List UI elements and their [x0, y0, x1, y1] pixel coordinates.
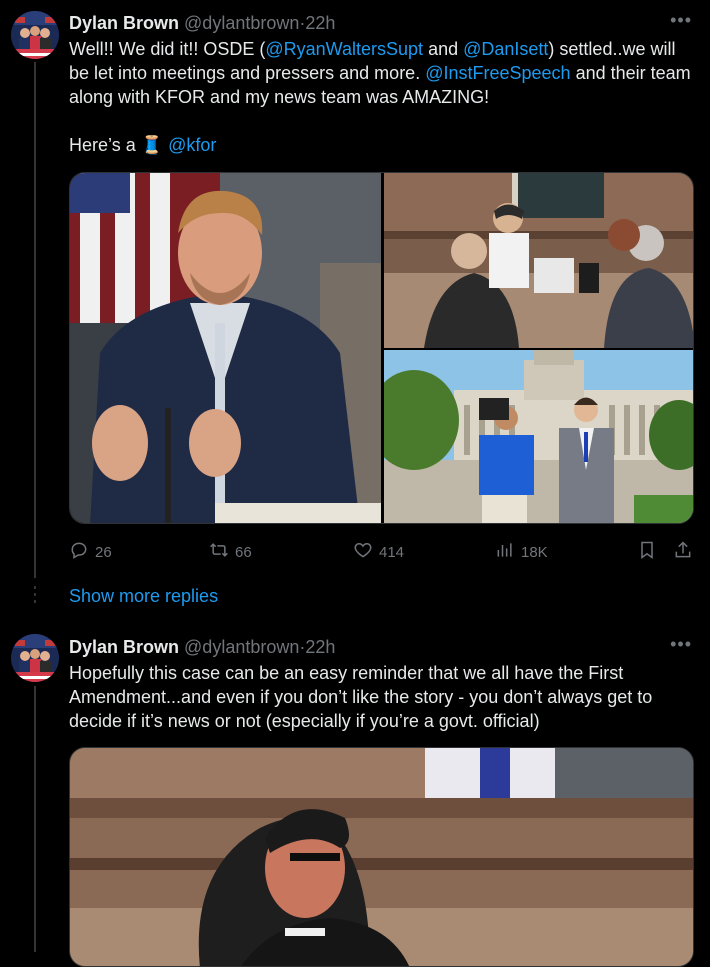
- timestamp[interactable]: 22h: [305, 13, 335, 33]
- thread-line: [34, 62, 36, 578]
- tweet-actions: 26 66 414 18K: [69, 540, 694, 564]
- repost-count: 66: [235, 543, 252, 561]
- text-fragment: Here’s a: [69, 135, 141, 155]
- repost-icon: [209, 540, 229, 564]
- view-count: 18K: [521, 543, 548, 561]
- views-button[interactable]: 18K: [495, 540, 548, 564]
- like-button[interactable]: 414: [353, 540, 404, 564]
- share-button[interactable]: [673, 540, 693, 564]
- text-fragment: Well!! We did it!! OSDE (: [69, 39, 266, 59]
- heart-icon: [353, 540, 373, 564]
- bookmark-button[interactable]: [637, 540, 657, 564]
- tweet-text: Hopefully this case can be an easy remin…: [69, 663, 653, 731]
- bar-chart-icon: [495, 540, 515, 564]
- reply-icon: [69, 540, 89, 564]
- thread-emoji: 🧵: [140, 135, 164, 155]
- thread-line: [34, 686, 36, 952]
- author-name[interactable]: Dylan Brown: [69, 13, 179, 33]
- show-more-replies-link[interactable]: Show more replies: [69, 586, 218, 607]
- avatar-image: [11, 11, 59, 59]
- tweet-header: Dylan Brown @dylantbrown·22h: [69, 12, 335, 34]
- bookmark-icon: [637, 540, 657, 564]
- photo-press-conference[interactable]: [70, 173, 381, 523]
- timestamp[interactable]: 22h: [305, 637, 335, 657]
- ellipsis-icon[interactable]: •••: [670, 10, 692, 31]
- share-icon: [673, 540, 693, 564]
- tweet-text: Well!! We did it!! OSDE (@RyanWaltersSup…: [69, 37, 694, 157]
- thread-ellipsis: [34, 586, 36, 610]
- reply-button[interactable]: 26: [69, 540, 112, 564]
- like-count: 414: [379, 543, 405, 561]
- author-handle[interactable]: @dylantbrown: [184, 637, 299, 657]
- avatar[interactable]: [11, 11, 59, 59]
- media-grid: [69, 172, 694, 524]
- mention-link[interactable]: @InstFreeSpeech: [425, 63, 570, 83]
- avatar-image: [11, 634, 59, 682]
- photo-courtroom-sketch[interactable]: [384, 173, 693, 348]
- tweet-header: Dylan Brown @dylantbrown·22h: [69, 636, 335, 658]
- mention-link[interactable]: @DanIsett: [463, 39, 548, 59]
- photo-capitol-reporters[interactable]: [369, 350, 693, 523]
- mention-link[interactable]: @RyanWaltersSupt: [265, 39, 423, 59]
- author-name[interactable]: Dylan Brown: [69, 637, 179, 657]
- mention-link[interactable]: @kfor: [168, 135, 216, 155]
- avatar[interactable]: [11, 634, 59, 682]
- author-handle[interactable]: @dylantbrown: [184, 13, 299, 33]
- ellipsis-icon[interactable]: •••: [670, 634, 692, 655]
- reply-count: 26: [95, 543, 112, 561]
- repost-button[interactable]: 66: [209, 540, 252, 564]
- photo-courtroom-sketch-closeup[interactable]: [69, 747, 694, 967]
- text-fragment: and: [423, 39, 464, 59]
